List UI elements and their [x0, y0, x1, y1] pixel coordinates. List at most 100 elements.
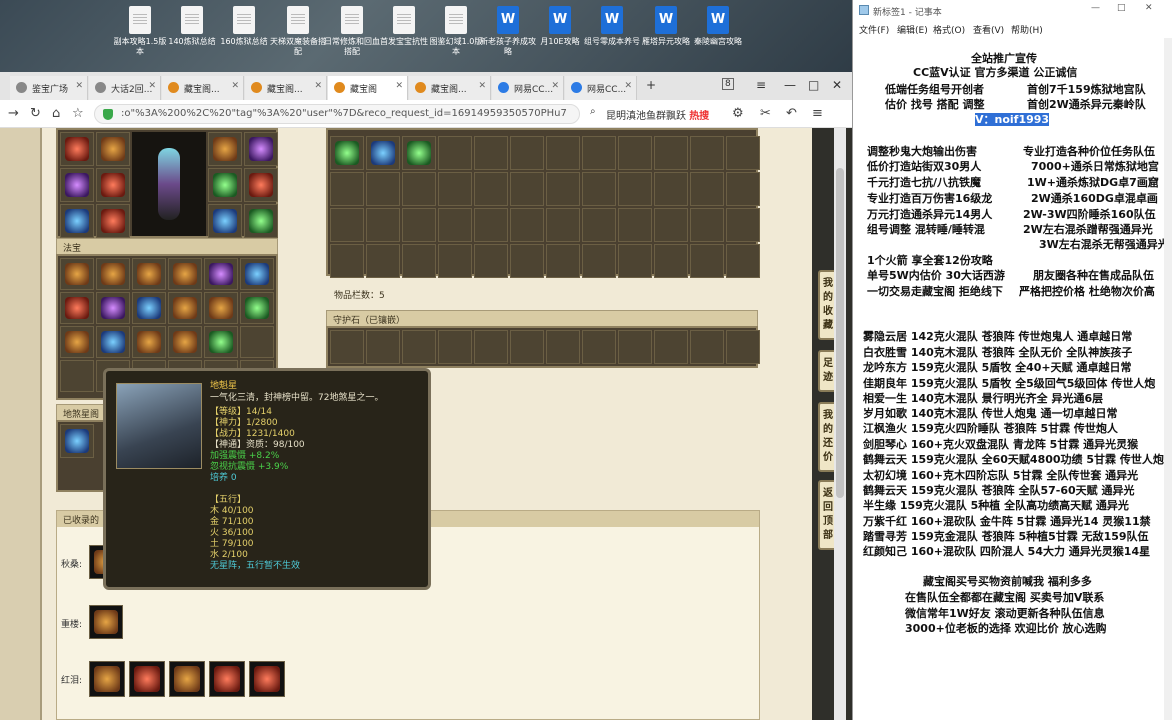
scrollbar-thumb[interactable] — [836, 168, 844, 498]
tab-6[interactable]: 藏宝阁... ✕ — [409, 76, 491, 100]
inventory-slot[interactable] — [366, 244, 400, 278]
equip-slot[interactable] — [96, 168, 130, 202]
inventory-slot[interactable] — [438, 208, 472, 242]
inventory-slot[interactable] — [618, 244, 652, 278]
close-icon[interactable]: ✕ — [624, 81, 632, 91]
more-icon[interactable]: ≡ — [812, 106, 823, 121]
minimize-button[interactable]: — — [784, 78, 796, 92]
equip-slot[interactable] — [60, 168, 94, 202]
inventory-slot[interactable] — [366, 208, 400, 242]
inventory-slot[interactable] — [726, 172, 760, 206]
fabao-slot[interactable] — [240, 326, 274, 358]
fabao-slot[interactable] — [132, 292, 166, 324]
tab-2[interactable]: 大话2回... ✕ — [89, 76, 161, 100]
equip-slot[interactable] — [96, 132, 130, 166]
tab-3[interactable]: 藏宝阁... ✕ — [162, 76, 244, 100]
inventory-slot[interactable] — [438, 136, 472, 170]
equip-slot[interactable] — [208, 168, 242, 202]
equip-slot[interactable] — [244, 168, 278, 202]
inventory-slot[interactable] — [654, 244, 688, 278]
fabao-slot[interactable] — [204, 258, 238, 290]
inventory-slot[interactable] — [402, 172, 436, 206]
guardian-slot[interactable] — [618, 330, 652, 364]
inventory-slot[interactable] — [582, 244, 616, 278]
inventory-slot[interactable] — [510, 172, 544, 206]
inventory-slot[interactable] — [726, 244, 760, 278]
tab-7[interactable]: 网易CC... ✕ — [492, 76, 564, 100]
notepad-text-area[interactable]: 全站推广宣传 CC蓝V认证 官方多渠道 公正诚信 低端任务组号开创者 首创7千1… — [853, 38, 1169, 720]
inventory-slot[interactable] — [474, 136, 508, 170]
reload-icon[interactable]: ↻ — [30, 106, 41, 121]
fabao-slot[interactable] — [60, 258, 94, 290]
inventory-slot[interactable] — [438, 172, 472, 206]
fabao-slot[interactable] — [96, 326, 130, 358]
collected-slot[interactable] — [129, 661, 165, 697]
menu-format[interactable]: 格式(O) — [933, 23, 965, 36]
desktop-icon-5[interactable]: 日常修炼和回血搭配 — [324, 6, 380, 57]
minimize-button[interactable]: — — [1091, 3, 1100, 13]
desktop-icon-6[interactable]: 首发宝宝抗性 — [376, 6, 432, 47]
inventory-slot[interactable] — [546, 172, 580, 206]
collected-slot[interactable] — [249, 661, 285, 697]
fabao-slot[interactable] — [60, 292, 94, 324]
guardian-slot[interactable] — [438, 330, 472, 364]
guardian-slot[interactable] — [330, 330, 364, 364]
tab-4[interactable]: 藏宝阁... ✕ — [245, 76, 327, 100]
tab-1[interactable]: 鉴宝广场 ✕ — [10, 76, 88, 100]
inventory-slot[interactable] — [546, 136, 580, 170]
inventory-slot[interactable] — [654, 172, 688, 206]
inventory-slot[interactable] — [690, 208, 724, 242]
close-window-button[interactable]: ✕ — [832, 78, 842, 92]
guardian-slot[interactable] — [402, 330, 436, 364]
fabao-slot[interactable] — [60, 360, 94, 392]
fabao-slot[interactable] — [240, 292, 274, 324]
close-icon[interactable]: ✕ — [314, 81, 322, 91]
equip-slot[interactable] — [60, 132, 94, 166]
desktop-icon-3[interactable]: 160炼狱总结 — [216, 6, 272, 47]
close-icon[interactable]: ✕ — [395, 81, 403, 91]
equip-slot[interactable] — [60, 204, 94, 238]
close-icon[interactable]: ✕ — [478, 81, 486, 91]
equip-slot[interactable] — [208, 204, 242, 238]
inventory-slot[interactable] — [438, 244, 472, 278]
inventory-slot[interactable] — [726, 208, 760, 242]
inventory-slot[interactable] — [654, 136, 688, 170]
inventory-slot[interactable] — [330, 136, 364, 170]
maximize-button[interactable]: □ — [1117, 3, 1126, 13]
fabao-slot[interactable] — [60, 326, 94, 358]
inventory-slot[interactable] — [402, 136, 436, 170]
inventory-slot[interactable] — [726, 136, 760, 170]
url-input[interactable]: :o"%3A%200%2C%20"tag"%3A%20"user"%7D&rec… — [94, 104, 580, 124]
desktop-icon-12[interactable]: W 秦陵幽宫攻略 — [690, 6, 746, 47]
inventory-slot[interactable] — [618, 208, 652, 242]
fabao-slot[interactable] — [132, 258, 166, 290]
fabao-slot[interactable] — [168, 326, 202, 358]
desktop-icon-8[interactable]: W 新老孩子养成攻略 — [480, 6, 536, 57]
inventory-slot[interactable] — [690, 244, 724, 278]
fabao-slot[interactable] — [96, 258, 130, 290]
desktop-icon-4[interactable]: 天梯双魔装备搭配 — [270, 6, 326, 57]
fabao-slot[interactable] — [96, 292, 130, 324]
close-button[interactable]: ✕ — [1145, 3, 1153, 13]
dishaxing-slot[interactable] — [60, 424, 94, 458]
guardian-slot[interactable] — [726, 330, 760, 364]
star-icon[interactable]: ☆ — [72, 106, 84, 121]
collected-slot[interactable] — [209, 661, 245, 697]
equip-slot[interactable] — [96, 204, 130, 238]
guardian-slot[interactable] — [582, 330, 616, 364]
collected-slot[interactable] — [89, 661, 125, 697]
inventory-slot[interactable] — [402, 244, 436, 278]
menu-edit[interactable]: 编辑(E) — [897, 23, 928, 36]
new-tab-button[interactable]: + — [646, 78, 656, 92]
notepad-scrollbar[interactable] — [1164, 38, 1172, 720]
inventory-slot[interactable] — [582, 136, 616, 170]
menu-help[interactable]: 帮助(H) — [1011, 23, 1043, 36]
inventory-slot[interactable] — [546, 244, 580, 278]
collected-slot[interactable] — [169, 661, 205, 697]
forward-icon[interactable]: → — [8, 106, 19, 121]
fabao-slot[interactable] — [168, 258, 202, 290]
fabao-slot[interactable] — [204, 292, 238, 324]
equip-slot[interactable] — [244, 204, 278, 238]
inventory-slot[interactable] — [330, 172, 364, 206]
menu-view[interactable]: 查看(V) — [973, 23, 1004, 36]
